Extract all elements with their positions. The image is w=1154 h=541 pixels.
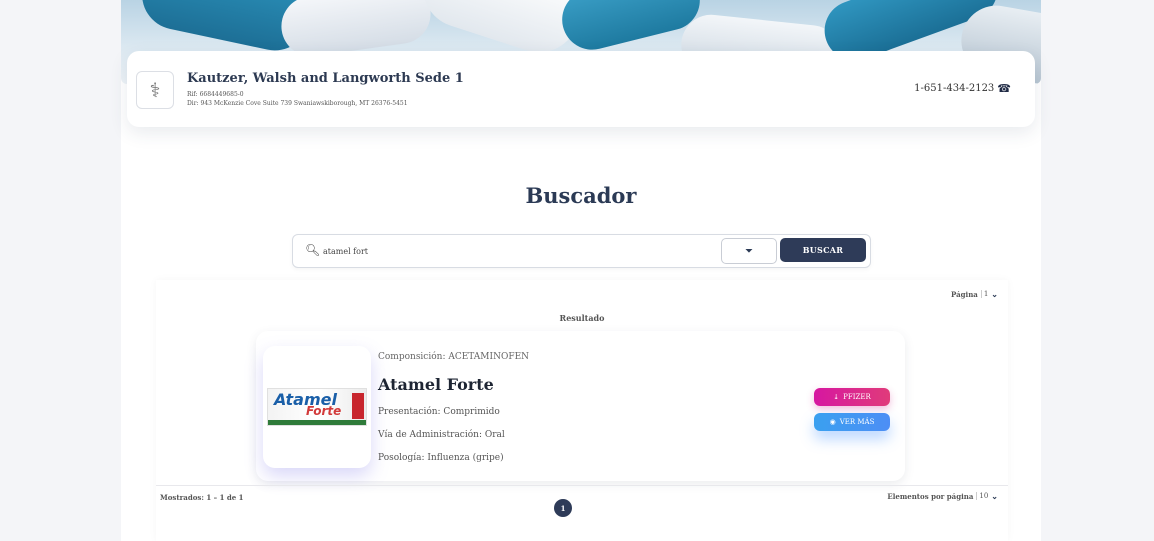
items-per-page-selector[interactable]: Elementos por página 10 ⌄ <box>887 491 998 501</box>
download-icon: ⤓ <box>833 393 840 401</box>
phone-icon: ☎ <box>997 82 1011 95</box>
page-selector-label: Página <box>951 289 978 299</box>
results-title: Resultado <box>559 313 605 323</box>
result-card: Atamel Forte Componsición: ACETAMINOFEN … <box>256 331 905 481</box>
search-bar: 🔍︎ ⏷ BUSCAR <box>292 234 871 268</box>
phone-number: 1-651-434-2123 <box>914 83 995 94</box>
chevron-down-icon: ⌄ <box>991 289 998 299</box>
laboratory-button[interactable]: ⤓ PFIZER <box>814 388 890 406</box>
search-input[interactable] <box>321 240 705 262</box>
results-count: Mostrados: 1 – 1 de 1 <box>160 493 244 502</box>
pagination-page-1[interactable]: 1 <box>554 499 572 517</box>
page-selector-value: 1 <box>980 290 988 298</box>
results-panel: Página 1 ⌄ Resultado Atamel Forte Compon… <box>156 280 1008 541</box>
items-per-page-label: Elementos por página <box>887 491 974 501</box>
chevron-down-icon: ⌄ <box>991 491 998 501</box>
company-phone[interactable]: 1-651-434-2123 ☎ <box>914 82 1011 95</box>
company-address: Dir: 943 McKenzie Cove Suite 739 Swaniaw… <box>187 100 408 107</box>
laboratory-button-label: PFIZER <box>843 393 871 401</box>
results-divider <box>156 485 1008 486</box>
product-box-tab <box>352 393 364 419</box>
items-per-page-value: 10 <box>976 492 988 500</box>
pharmacy-logo: ⚕ <box>136 71 174 109</box>
view-more-button-label: VER MÁS <box>839 418 875 426</box>
caduceus-icon: ⚕ <box>149 78 161 102</box>
product-route: Vía de Administración: Oral <box>378 430 505 440</box>
page-title: Buscador <box>525 183 637 208</box>
pharmacy-header-card: ⚕ Kautzer, Walsh and Langworth Sede 1 Ri… <box>127 51 1035 127</box>
product-name: Atamel Forte <box>378 375 494 394</box>
eye-icon: ◉ <box>829 418 836 426</box>
view-more-button[interactable]: ◉ VER MÁS <box>814 413 890 431</box>
product-image[interactable]: Atamel Forte <box>263 346 371 468</box>
product-presentation: Presentación: Comprimido <box>378 407 500 417</box>
company-name: Kautzer, Walsh and Langworth Sede 1 <box>187 71 464 86</box>
search-button[interactable]: BUSCAR <box>780 238 866 262</box>
product-box-image: Atamel Forte <box>267 388 367 426</box>
product-box-stripe <box>268 420 366 425</box>
page-selector[interactable]: Página 1 ⌄ <box>951 289 998 299</box>
product-composition: Componsición: ACETAMINOFEN <box>378 352 530 362</box>
product-image-sub: Forte <box>306 404 342 418</box>
company-rif: Rif: 6684449685-0 <box>187 91 244 98</box>
product-dosage: Posología: Influenza (gripe) <box>378 453 504 463</box>
filter-icon: ⏷ <box>745 245 753 257</box>
filter-button[interactable]: ⏷ <box>721 238 777 264</box>
search-icon: 🔍︎ <box>305 243 321 257</box>
